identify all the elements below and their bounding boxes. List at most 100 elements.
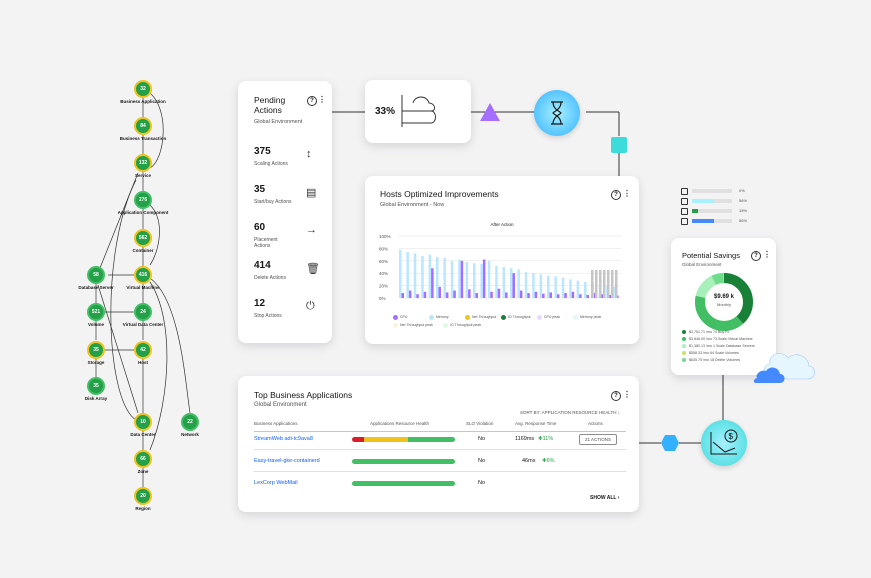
chart-bar-baseline [615,270,618,298]
chart-bar-baseline [611,270,614,298]
app-name-link[interactable]: LexCorp WebMail [254,480,298,486]
topology-node[interactable]: 132 [134,154,152,172]
chart-bar-baseline [595,270,598,298]
topology-node[interactable]: 35 [87,341,105,359]
legend-item: IO Throughput peak [443,321,493,329]
pending-action-count[interactable]: 60 [254,222,265,233]
topology-node[interactable]: 84 [134,117,152,135]
y-tick-label: 100% [379,234,391,239]
chart-bar [458,259,461,298]
utilization-percent: 33% [375,106,396,117]
overflow-menu-icon[interactable]: ⋮ [623,390,631,399]
topology-node-label: Region [135,506,151,511]
chart-bar [406,252,409,298]
chart-bar [443,257,446,298]
pending-action-count[interactable]: 414 [254,260,271,271]
hosts-title: Hosts Optimized Improvements [380,189,499,199]
y-tick-label: 40% [379,271,388,276]
savings-subtitle: Global Environment [682,262,722,267]
topology-node[interactable]: 276 [134,191,152,209]
chevron-right-icon: › [617,495,620,501]
pending-action-label: Delete Actions [254,275,286,281]
pending-action-icon[interactable]: → [306,224,317,236]
topology-node[interactable]: 562 [134,229,152,247]
chart-bar [556,294,560,298]
progress-track [692,189,732,193]
overflow-menu-icon[interactable]: ⋮ [763,250,771,259]
chart-bar [510,268,513,298]
topology-node[interactable]: 32 [134,80,152,98]
slo-violation-value: No [478,458,486,464]
topology-node[interactable]: 35 [87,377,105,395]
topology-node[interactable]: 58 [87,266,105,284]
topology-node[interactable]: 416 [134,266,152,284]
savings-swatch [682,351,686,355]
chart-bar [576,280,580,298]
chart-bar [539,274,543,298]
health-segment [352,481,455,486]
resource-health-bar [352,481,455,486]
overflow-menu-icon[interactable]: ⋮ [623,189,631,198]
chart-bar [401,293,404,298]
topology-node[interactable]: 20 [134,487,152,505]
hosts-bar-chart: 100% 80% 60% 40% 20% 0% [379,234,621,301]
chart-bar-baseline [599,270,602,298]
show-all-link[interactable]: SHOW ALL › [590,495,619,501]
topology-node[interactable]: 521 [87,303,105,321]
legend-label: CPU peak [544,315,560,319]
chart-bar [495,265,498,298]
chart-bar-baseline [603,270,606,298]
topology-node-label: Network [181,432,199,437]
topology-node[interactable]: 66 [134,450,152,468]
pending-action-count[interactable]: 375 [254,146,271,157]
chart-bar [465,262,469,298]
help-icon[interactable]: ? [611,391,621,401]
chart-bar [584,281,587,298]
checkbox[interactable] [681,188,688,195]
chart-bar [586,294,589,298]
help-icon[interactable]: ? [307,96,317,106]
progress-percent: 56% [739,198,748,203]
app-name-link[interactable]: StreamWeb adi-tc9ava8 [254,436,313,442]
chart-bar [482,259,486,298]
progress-fill [692,219,715,223]
resource-health-bar [352,437,455,442]
chart-bar [408,290,412,298]
chart-bar [450,260,454,298]
chart-bar [475,293,478,298]
legend-label: Net Throughput peak [400,323,433,327]
pending-action-icon[interactable]: ⏻ [306,300,315,313]
chart-bar [473,263,476,298]
response-delta: ✚11% [538,436,553,442]
topology-node-label: Business Transaction [119,136,167,141]
legend-swatch [501,314,506,320]
topology-node[interactable]: 42 [134,341,152,359]
chart-bar [431,268,434,298]
pending-action-icon[interactable]: ↕ [306,148,312,160]
checkbox[interactable] [681,208,688,215]
sort-dropdown[interactable]: SORT BY: APPLICATION RESOURCE HEALTH ↓ [520,410,620,415]
actions-button[interactable]: 21 ACTIONS [579,434,618,445]
savings-swatch [682,330,686,334]
help-icon[interactable]: ? [611,190,621,200]
apps-title: Top Business Applications [254,390,353,400]
pending-action-icon[interactable]: ▤ [306,186,316,199]
topology-node[interactable]: 24 [134,303,152,321]
cloud-icon [401,95,436,127]
pending-action-count[interactable]: 35 [254,184,265,195]
health-segment [407,437,455,442]
checkbox[interactable] [681,198,688,205]
legend-item: Net Throughput peak [393,321,443,329]
overflow-menu-icon[interactable]: ⋮ [318,95,326,104]
pending-action-count[interactable]: 12 [254,298,265,309]
chart-bar [579,294,582,298]
y-tick-label: 80% [379,246,388,251]
chart-bar [512,273,515,298]
topology-node[interactable]: 10 [134,413,152,431]
topology-node-label: Disk Array [84,396,108,401]
checkbox[interactable] [681,218,688,225]
pending-action-icon[interactable]: 🗑 [306,262,320,275]
help-icon[interactable]: ? [751,251,761,261]
app-name-link[interactable]: Easy-travel-gke-containerd [254,458,320,464]
topology-node[interactable]: 22 [181,413,199,431]
